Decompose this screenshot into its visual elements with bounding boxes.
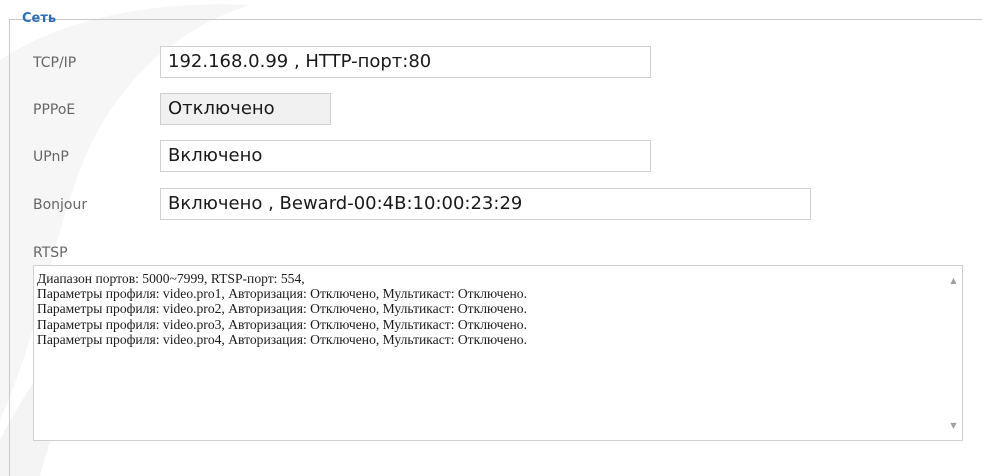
network-settings-page: Сеть TCP/IP 192.168.0.99 , HTTP-порт:80 … [0, 0, 982, 476]
rtsp-scrollbar[interactable]: ▲ ▼ [945, 266, 962, 440]
pppoe-label: PPPoE [33, 102, 76, 118]
rtsp-label: RTSP [33, 245, 68, 261]
bonjour-label: Bonjour [33, 197, 88, 213]
section-legend: Сеть [22, 11, 57, 26]
upnp-label: UPnP [33, 149, 69, 165]
upnp-value: Включено [160, 140, 651, 172]
tcpip-value: 192.168.0.99 , HTTP-порт:80 [160, 46, 651, 78]
bonjour-value: Включено , Beward-00:4B:10:00:23:29 [160, 188, 811, 220]
triangle-up-icon[interactable]: ▲ [945, 272, 962, 289]
rtsp-textarea[interactable]: Диапазон портов: 5000~7999, RTSP-порт: 5… [33, 265, 963, 441]
rtsp-info-text: Диапазон портов: 5000~7999, RTSP-порт: 5… [37, 271, 527, 347]
triangle-down-icon[interactable]: ▼ [945, 417, 962, 434]
tcpip-label: TCP/IP [33, 55, 77, 71]
pppoe-value: Отключено [160, 93, 331, 125]
